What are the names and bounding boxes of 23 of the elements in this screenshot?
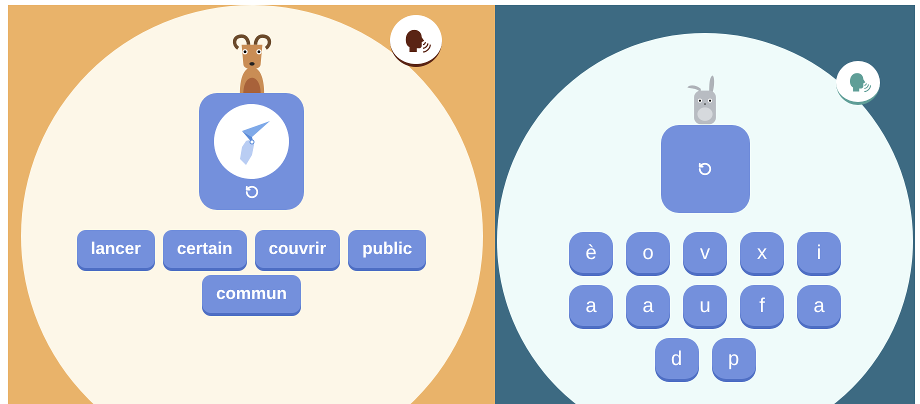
letter-tile-button[interactable]: d	[654, 338, 698, 379]
letter-tile-button[interactable]: u	[683, 285, 727, 326]
letter-tile-button[interactable]: f	[740, 285, 784, 326]
letter-tile-button[interactable]: è	[569, 232, 613, 273]
replay-card[interactable]	[660, 125, 750, 213]
word-choice-button[interactable]: public	[348, 230, 426, 268]
speak-button[interactable]	[390, 15, 442, 67]
letter-tile-button[interactable]: p	[712, 338, 756, 379]
speak-button[interactable]	[836, 61, 880, 105]
replay-card[interactable]	[199, 93, 304, 210]
letter-tile-button[interactable]: a	[797, 285, 841, 326]
letter-tile-button[interactable]: x	[740, 232, 784, 273]
letter-tile-button[interactable]: o	[626, 232, 670, 273]
letter-tile-button[interactable]: a	[569, 285, 613, 326]
word-choice-button[interactable]: commun	[202, 275, 301, 313]
letter-tile-button[interactable]: v	[683, 232, 727, 273]
replay-icon	[698, 162, 712, 176]
replay-icon	[244, 185, 258, 199]
letter-tile-button[interactable]: i	[797, 232, 841, 273]
letter-tile-button[interactable]: a	[626, 285, 670, 326]
word-choice-button[interactable]: certain	[162, 230, 247, 268]
word-choice-button[interactable]: couvrir	[254, 230, 340, 268]
word-choice-button[interactable]: lancer	[76, 230, 155, 268]
